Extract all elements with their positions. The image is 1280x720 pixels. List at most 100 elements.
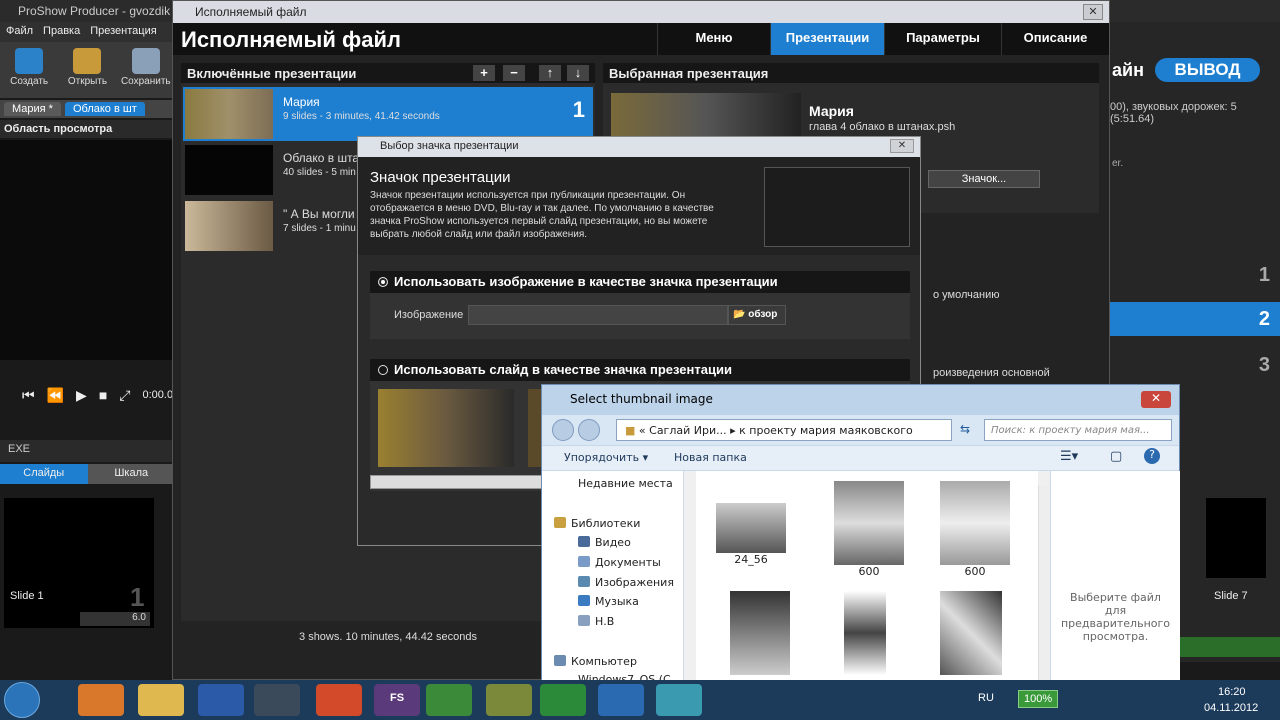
rewind-icon[interactable]: ⏪ — [47, 387, 64, 404]
image-path-field[interactable] — [468, 305, 728, 325]
tree-nv[interactable]: Н.В — [578, 615, 614, 628]
utorrent-icon[interactable] — [540, 684, 586, 716]
preview-pane-icon[interactable]: ▢ — [1110, 449, 1122, 464]
presentation-icon[interactable] — [316, 684, 362, 716]
included-header: Включённые презентации — [181, 63, 595, 83]
slide-duration: 6.0 — [80, 612, 150, 626]
new-folder-button[interactable]: Новая папка — [674, 451, 747, 464]
clock-date[interactable]: 04.11.2012 — [1204, 702, 1258, 714]
add-show-button[interactable]: + — [473, 65, 495, 81]
tree-pictures[interactable]: Изображения — [578, 576, 674, 589]
option-image[interactable]: Использовать изображение в качестве знач… — [370, 271, 910, 293]
file-dialog-title: Select thumbnail image — [542, 385, 1179, 415]
right-row-1[interactable]: 1 — [1110, 258, 1280, 292]
forward-icon[interactable] — [578, 419, 600, 441]
app-icon[interactable] — [656, 684, 702, 716]
word-icon[interactable] — [198, 684, 244, 716]
right-text: er. — [1112, 158, 1124, 169]
output-button[interactable]: ВЫВОД — [1155, 58, 1260, 82]
tab-slides[interactable]: Слайды — [0, 464, 88, 484]
save-icon — [131, 48, 160, 74]
view-icon[interactable]: ☰▾ — [1060, 449, 1078, 464]
right-slide-thumbnail[interactable] — [1206, 498, 1266, 578]
address-bar[interactable]: ■ « Саглай Ири... ▸ к проекту мария маяк… — [616, 419, 952, 441]
remove-show-button[interactable]: − — [503, 65, 525, 81]
explorer-icon[interactable] — [138, 684, 184, 716]
show-thumbnail — [185, 145, 273, 195]
browse-button[interactable]: 📂 обзор — [728, 305, 786, 325]
refresh-icon[interactable]: ⇆ — [960, 422, 970, 436]
close-icon[interactable]: ✕ — [890, 139, 914, 153]
address-crumb[interactable]: Саглай Ири... — [649, 424, 726, 437]
move-up-button[interactable]: ↑ — [539, 65, 561, 81]
file-item[interactable] — [940, 591, 1002, 675]
app-icon[interactable] — [254, 684, 300, 716]
save-button[interactable]: Сохранить — [121, 48, 171, 98]
file-thumbnail — [844, 591, 886, 675]
clock-time[interactable]: 16:20 — [1218, 686, 1246, 698]
create-button[interactable]: Создать — [4, 48, 54, 98]
file-item[interactable]: 600 — [834, 481, 904, 578]
tree-music[interactable]: Музыка — [578, 595, 639, 608]
file-item[interactable]: 600 — [940, 481, 1010, 578]
app-menubar: Файл Правка Презентация — [0, 22, 175, 42]
slide-option-thumbnail[interactable] — [378, 389, 514, 467]
file-item[interactable]: 24_56 — [716, 503, 786, 566]
radio-icon[interactable] — [378, 277, 388, 287]
tree-libraries[interactable]: Библиотеки — [554, 517, 640, 530]
fullscreen-icon[interactable]: ⤢ — [119, 387, 130, 404]
close-icon[interactable]: ✕ — [1141, 391, 1171, 408]
nav-description[interactable]: Описание — [1001, 23, 1109, 55]
file-item[interactable] — [844, 591, 886, 675]
right-row-3[interactable]: 3 — [1110, 348, 1280, 382]
move-down-button[interactable]: ↓ — [567, 65, 589, 81]
language-indicator[interactable]: RU — [978, 692, 994, 704]
menu-edit[interactable]: Правка — [43, 25, 80, 39]
media-player-icon[interactable] — [78, 684, 124, 716]
tab-oblako[interactable]: Облако в шт — [64, 102, 145, 116]
computer-icon — [554, 655, 566, 666]
preview-area — [0, 140, 172, 360]
vertical-scrollbar[interactable] — [1038, 485, 1050, 685]
close-icon[interactable]: ✕ — [1083, 4, 1103, 20]
open-button[interactable]: Открыть — [62, 48, 112, 98]
show-name: Облако в шта — [283, 151, 360, 165]
tree-libraries-label: Библиотеки — [571, 517, 641, 530]
right-row-2[interactable]: 2 — [1110, 302, 1280, 336]
show-row[interactable]: Мария 9 slides - 3 minutes, 41.42 second… — [183, 87, 593, 141]
organize-button[interactable]: Упорядочить ▾ — [564, 451, 648, 464]
selected-file: глава 4 облако в штанах.psh — [809, 121, 956, 133]
icon-button[interactable]: Значок... — [928, 170, 1040, 188]
tree-video[interactable]: Видео — [578, 536, 631, 549]
tab-maria[interactable]: Мария * — [4, 102, 61, 116]
tab-timeline[interactable]: Шкала — [87, 464, 175, 484]
prev-icon[interactable]: ⏮ — [22, 387, 35, 404]
start-button[interactable] — [4, 682, 40, 718]
nav-parameters[interactable]: Параметры — [884, 23, 1001, 55]
chrome-icon[interactable] — [426, 684, 472, 716]
nav-presentations[interactable]: Презентации — [770, 23, 884, 55]
tree-computer[interactable]: Компьютер — [554, 655, 637, 668]
battery-indicator[interactable]: 100% — [1018, 690, 1059, 708]
address-crumb[interactable]: к проекту мария маяковского — [739, 424, 913, 437]
nav-tree: Недавние места Библиотеки Видео Документ… — [542, 471, 684, 686]
folder-icon: ■ — [625, 424, 636, 437]
help-icon[interactable]: ? — [1144, 448, 1160, 464]
stop-icon[interactable]: ■ — [99, 387, 107, 403]
tree-documents[interactable]: Документы — [578, 556, 661, 569]
tree-recent[interactable]: Недавние места — [578, 477, 673, 490]
search-input[interactable]: Поиск: к проекту мария мая... — [984, 419, 1172, 441]
play-icon[interactable]: ▶ — [76, 387, 87, 404]
show-meta: 9 slides - 3 minutes, 41.42 seconds — [283, 111, 440, 122]
nav-menu[interactable]: Меню — [657, 23, 770, 55]
menu-presentation[interactable]: Презентация — [90, 25, 156, 39]
menu-file[interactable]: Файл — [6, 25, 33, 39]
app-icon[interactable] — [486, 684, 532, 716]
fs-icon[interactable]: FS — [374, 684, 420, 716]
radio-icon[interactable] — [378, 365, 388, 375]
file-thumbnail — [834, 481, 904, 565]
proshow-icon[interactable] — [598, 684, 644, 716]
file-item[interactable] — [730, 591, 790, 675]
option-slide[interactable]: Использовать слайд в качестве значка пре… — [370, 359, 910, 381]
back-icon[interactable] — [552, 419, 574, 441]
